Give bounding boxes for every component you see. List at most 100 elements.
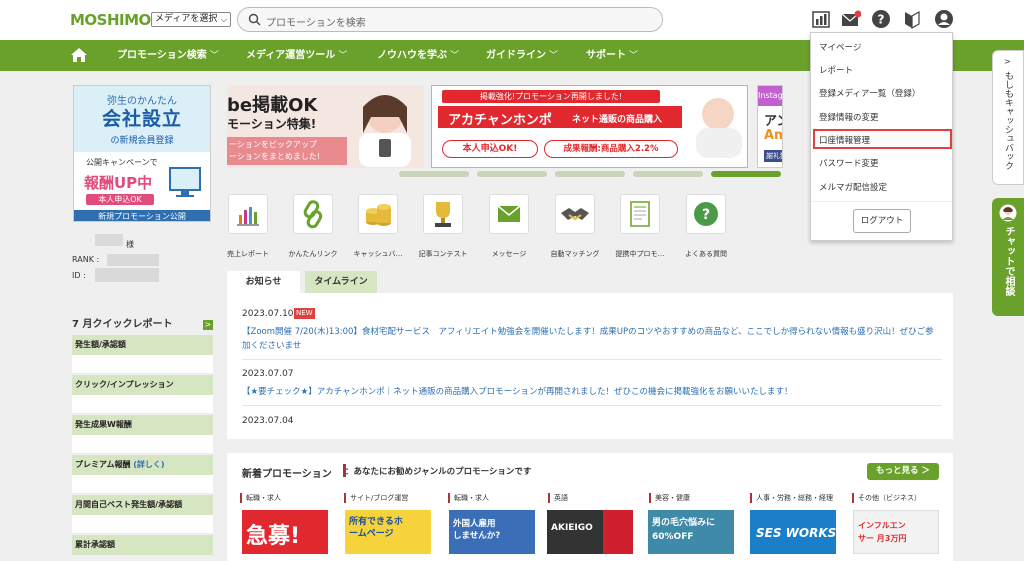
promo-image[interactable]: AKIEIGO bbox=[547, 510, 633, 554]
nav-item-support[interactable]: サポート ﹀ bbox=[586, 40, 638, 71]
app-easy-link[interactable] bbox=[293, 194, 333, 234]
chevron-right-icon: > bbox=[1004, 57, 1011, 66]
chevron-down-icon: ﹀ bbox=[338, 51, 348, 61]
banner-campaign: 公開キャンペーンで bbox=[86, 158, 158, 167]
message-icon[interactable] bbox=[841, 9, 861, 29]
carousel-dot[interactable] bbox=[633, 171, 703, 177]
carousel-dot[interactable] bbox=[477, 171, 547, 177]
app-label: キャッシュバ… bbox=[353, 250, 403, 258]
menu-item-mypage[interactable]: マイページ bbox=[819, 41, 861, 53]
promo-category: 転職・求人 bbox=[448, 493, 489, 503]
envelope-icon bbox=[497, 205, 521, 222]
search-input[interactable]: プロモーションを検索 bbox=[237, 7, 663, 32]
divider bbox=[242, 359, 942, 360]
chat-label: チャットで相談 bbox=[1003, 226, 1014, 296]
app-message[interactable] bbox=[489, 194, 529, 234]
promo-image[interactable]: 急募! bbox=[242, 510, 328, 554]
carousel-slide[interactable]: 掲載強化!プロモーション再開しました! アカチャンホンポ ネット通販の商品購入 … bbox=[431, 85, 748, 168]
search-placeholder: プロモーションを検索 bbox=[266, 18, 366, 29]
home-icon[interactable] bbox=[70, 47, 88, 63]
menu-item-media-list[interactable]: 登録メディア一覧（登録） bbox=[819, 87, 920, 99]
menu-item-newsletter[interactable]: メルマガ配信設定 bbox=[819, 181, 887, 193]
tab-timeline[interactable]: タイムライン bbox=[305, 271, 377, 294]
menu-item-report[interactable]: レポート bbox=[819, 64, 853, 76]
chat-side-tab[interactable]: チャットで相談 bbox=[992, 198, 1024, 316]
user-name-redacted bbox=[95, 234, 123, 246]
carousel-dot[interactable] bbox=[555, 171, 625, 177]
carousel-dot[interactable] bbox=[399, 171, 469, 177]
app-label: 自動マッチング bbox=[550, 250, 600, 258]
svg-text:?: ? bbox=[878, 13, 885, 27]
app-cashback[interactable] bbox=[358, 194, 398, 234]
news-date: 2023.07.04 bbox=[242, 416, 294, 426]
promo-image[interactable]: SES WORKS bbox=[750, 510, 836, 554]
carousel-slide[interactable]: be掲載OK モーション特集! ーションをピックアップ ーションをまとめました! bbox=[227, 85, 424, 168]
cashback-side-tab[interactable]: > もしもキャッシュバック bbox=[992, 50, 1024, 185]
trophy-icon bbox=[435, 202, 451, 227]
user-name-suffix: 様 bbox=[126, 240, 134, 249]
app-label: 提携中プロモ… bbox=[615, 250, 665, 258]
promo-image[interactable]: 外国人雇用しませんか? bbox=[449, 510, 535, 554]
carousel-dot-active[interactable] bbox=[711, 171, 781, 177]
app-partnered-promos[interactable] bbox=[620, 194, 660, 234]
yayoi-banner[interactable]: 弥生のかんたん 会社設立 の新規会員登録 公開キャンペーンで 報酬UP中 本人申… bbox=[73, 85, 211, 222]
news-date: 2023.07.10 bbox=[242, 309, 294, 319]
quick-report-value bbox=[72, 355, 213, 373]
promo-image[interactable]: インフルエンサー 月3万円 bbox=[853, 510, 939, 554]
nav-item-media-tools[interactable]: メディア運営ツール ﹀ bbox=[246, 40, 347, 71]
more-button[interactable]: もっと見る ＞ bbox=[867, 463, 939, 480]
app-article-contest[interactable] bbox=[423, 194, 463, 234]
promo-image[interactable]: 所有できるホームページ bbox=[345, 510, 431, 554]
account-icon[interactable] bbox=[934, 9, 954, 29]
operator-avatar-icon bbox=[999, 204, 1017, 222]
promo-image[interactable]: 男の毛穴悩みに 60%OFF bbox=[648, 510, 734, 554]
report-chart-icon[interactable] bbox=[811, 9, 831, 29]
app-label: 売上レポート bbox=[227, 250, 269, 258]
promo-category: サイト/ブログ運営 bbox=[344, 493, 408, 503]
chevron-right-icon[interactable]: > bbox=[203, 320, 213, 330]
quick-report-row: 累計承認額 bbox=[72, 535, 213, 555]
menu-item-edit-profile[interactable]: 登録情報の変更 bbox=[819, 111, 879, 123]
chevron-down-icon: ⌵ bbox=[220, 15, 227, 24]
promo-category: 転職・求人 bbox=[240, 493, 281, 503]
nav-item-knowhow[interactable]: ノウハウを学ぶ ﹀ bbox=[377, 40, 459, 71]
moshimo-logo[interactable]: MOSHIMO bbox=[70, 11, 151, 29]
promo-carousel: be掲載OK モーション特集! ーションをピックアップ ーションをまとめました!… bbox=[227, 85, 783, 168]
quick-report-value bbox=[72, 515, 213, 533]
logout-button[interactable]: ログアウト bbox=[853, 209, 911, 233]
cashback-label: もしもキャッシュバック bbox=[1003, 71, 1013, 170]
link-icon bbox=[303, 200, 323, 229]
quick-report-title: 7 月クイックレポート bbox=[72, 319, 173, 330]
banner-line2: 会社設立 bbox=[101, 108, 182, 130]
premium-details-link[interactable]: (詳しく) bbox=[133, 460, 164, 469]
nav-item-guidelines[interactable]: ガイドライン ﹀ bbox=[486, 40, 558, 71]
promo-category: 人事・労務・総務・経理 bbox=[750, 493, 833, 503]
news-link[interactable]: 【★要チェック★】アカチャンホンポ｜ネット通販の商品購入プロモーションが再開され… bbox=[242, 385, 942, 399]
app-sales-report[interactable] bbox=[228, 194, 268, 234]
menu-item-bank-account[interactable]: 口座情報管理 bbox=[819, 134, 870, 146]
baby-photo bbox=[696, 98, 742, 158]
promotions-subtitle: ：あなたにお勧めジャンルのプロモーションです bbox=[345, 467, 532, 477]
news-panel: 2023.07.10 NEW 【Zoom開催 7/20(木)13:00】食材宅配… bbox=[227, 293, 953, 439]
quick-report-row: 発生成果W報酬 bbox=[72, 415, 213, 435]
media-select-value: メディアを選択 bbox=[155, 14, 218, 24]
news-date: 2023.07.07 bbox=[242, 369, 294, 379]
banner-badge: 本人申込OK bbox=[86, 194, 154, 205]
quick-report-value bbox=[72, 435, 213, 453]
woman-photo bbox=[359, 95, 411, 167]
divider bbox=[811, 201, 952, 202]
app-faq[interactable]: ? bbox=[686, 194, 726, 234]
menu-item-change-password[interactable]: パスワード変更 bbox=[819, 157, 879, 169]
svg-text:?: ? bbox=[702, 207, 710, 223]
carousel-slide-partial[interactable]: Instagram アンケ Amaz 謝礼獲得 bbox=[757, 85, 783, 168]
media-select[interactable]: メディアを選択 ⌵ bbox=[151, 12, 231, 27]
beginner-mark-icon[interactable] bbox=[902, 9, 922, 29]
news-link[interactable]: 【Zoom開催 7/20(木)13:00】食材宅配サービス アフィリエイト勉強会… bbox=[242, 325, 942, 353]
nav-item-promotion-search[interactable]: プロモーション検索 ﹀ bbox=[117, 40, 219, 71]
tab-news[interactable]: お知らせ bbox=[227, 271, 300, 294]
help-icon[interactable]: ? bbox=[871, 9, 891, 29]
app-label: メッセージ bbox=[491, 250, 527, 258]
search-icon bbox=[248, 13, 261, 26]
quick-report-row: プレミアム報酬 (詳しく) bbox=[72, 455, 213, 475]
app-auto-matching[interactable] bbox=[555, 194, 595, 234]
